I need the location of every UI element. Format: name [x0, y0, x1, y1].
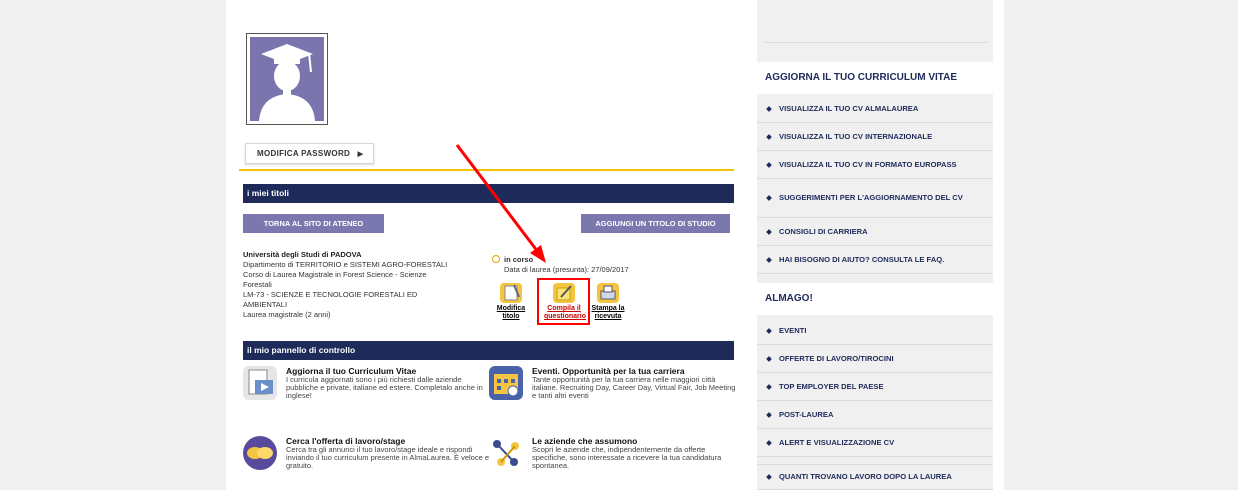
handshake-icon: [243, 436, 277, 470]
sidebar-item-label: POST-LAUREA: [779, 409, 834, 419]
sidebar-item-alert-cv[interactable]: ALERT E VISUALIZZAZIONE CV: [757, 429, 993, 457]
diamond-bullet-icon: [766, 383, 772, 390]
sidebar-item-label: SUGGERIMENTI PER L'AGGIORNAMENTO DEL CV: [779, 193, 963, 202]
sidebar-item-label: VISUALIZZA IL TUO CV INTERNAZIONALE: [779, 131, 933, 141]
sidebar-section-cv: AGGIORNA IL TUO CURRICULUM VITAE: [757, 62, 993, 94]
diamond-bullet-icon: [766, 195, 772, 201]
diamond-bullet-icon: [766, 327, 772, 334]
panel-description: Tante opportunità per la tua carriera ne…: [532, 375, 736, 401]
edit-degree-label-2: titolo: [502, 313, 520, 320]
panel-hiring-companies[interactable]: Le aziende che assumono Scopri le aziend…: [489, 436, 729, 480]
sidebar-item-cv-international[interactable]: VISUALIZZA IL TUO CV INTERNAZIONALE: [757, 123, 993, 151]
sidebar-item-top-employer[interactable]: TOP EMPLOYER DEL PAESE: [757, 373, 993, 401]
avatar: [246, 33, 328, 125]
edit-document-icon: [500, 283, 522, 303]
graduation-date: Data di laurea (presunta): 27/09/2017: [504, 265, 629, 274]
diamond-bullet-icon: [766, 411, 772, 418]
panel-description: Scopri le aziende che, indipendentemente…: [532, 445, 722, 471]
sidebar-item-label: CONSIGLI DI CARRIERA: [779, 226, 868, 236]
change-password-button[interactable]: MODIFICA PASSWORD ▶: [245, 143, 375, 164]
edit-degree-label-1: Modifica: [496, 305, 526, 312]
page-container: MODIFICA PASSWORD ▶ i miei titoli TORNA …: [226, 0, 1004, 490]
sidebar-item-post-degree[interactable]: POST-LAUREA: [757, 401, 993, 429]
degree-status: in corso Data di laurea (presunta): 27/0…: [492, 254, 629, 275]
diamond-bullet-icon: [766, 228, 772, 235]
department: Dipartimento di TERRITORIO e SISTEMI AGR…: [243, 260, 448, 269]
diamond-bullet-icon: [766, 439, 772, 446]
sidebar-item-cv-almalaurea[interactable]: VISUALIZZA IL TUO CV ALMALAUREA: [757, 95, 993, 123]
sidebar-divider: [763, 42, 989, 43]
clock-icon: [492, 255, 500, 263]
diamond-bullet-icon: [766, 133, 772, 140]
panel-description: I curricula aggiornati sono i più richie…: [286, 375, 483, 401]
sidebar-item-job-offers[interactable]: OFFERTE DI LAVORO/TIROCINI: [757, 345, 993, 373]
graduate-avatar-icon: [250, 37, 324, 121]
degree-class-cont: AMBIENTALI: [243, 300, 288, 309]
panel-description: Cerca tra gli annunci il tuo lavoro/stag…: [286, 445, 490, 471]
sidebar-item-cv-tips[interactable]: SUGGERIMENTI PER L'AGGIORNAMENTO DEL CV: [757, 179, 993, 218]
sidebar-item-label: OFFERTE DI LAVORO/TIROCINI: [779, 353, 894, 363]
print-receipt-label-1: Stampa la: [591, 305, 625, 312]
panel-update-cv[interactable]: Aggiorna il tuo Curriculum Vitae I curri…: [243, 366, 483, 410]
degree-details: Università degli Studi di PADOVA Diparti…: [243, 250, 493, 320]
sidebar-item-label: HAI BISOGNO DI AIUTO? CONSULTA LE FAQ.: [779, 254, 945, 264]
university-name: Università degli Studi di PADOVA: [243, 250, 362, 259]
sidebar-item-label: ALERT E VISUALIZZAZIONE CV: [779, 437, 895, 447]
sidebar-item-label: QUANTI TROVANO LAVORO DOPO LA LAUREA: [779, 472, 952, 481]
printer-icon: [597, 283, 619, 303]
divider: [239, 169, 734, 171]
sidebar-section-almago: ALMAGO!: [757, 283, 993, 315]
sidebar-item-label: TOP EMPLOYER DEL PAESE: [779, 381, 884, 391]
main-column: MODIFICA PASSWORD ▶ i miei titoli TORNA …: [239, 0, 735, 490]
panel-events[interactable]: Eventi. Opportunità per la tua carriera …: [489, 366, 735, 410]
degree-type: Laurea magistrale (2 anni): [243, 310, 331, 319]
add-degree-button[interactable]: AGGIUNGI UN TITOLO DI STUDIO: [581, 214, 730, 233]
print-receipt-action[interactable]: Stampa la ricevuta: [590, 283, 626, 321]
sidebar-item-career-advice[interactable]: CONSIGLI DI CARRIERA: [757, 218, 993, 246]
diamond-bullet-icon: [766, 161, 772, 168]
diamond-bullet-icon: [766, 105, 772, 112]
degree-class: LM-73 - SCIENZE E TECNOLOGIE FORESTALI E…: [243, 290, 418, 299]
edit-degree-action[interactable]: Modifica titolo: [493, 283, 529, 321]
sidebar-item-faq[interactable]: HAI BISOGNO DI AIUTO? CONSULTA LE FAQ.: [757, 246, 993, 274]
change-password-label: MODIFICA PASSWORD: [257, 149, 351, 158]
course-name: Corso di Laurea Magistrale in Forest Sci…: [243, 270, 427, 279]
diamond-bullet-icon: [766, 474, 772, 480]
annotation-highlight-box: [537, 278, 590, 325]
panel-job-offers[interactable]: Cerca l'offerta di lavoro/stage Cerca tr…: [243, 436, 489, 480]
sidebar-item-label: VISUALIZZA IL TUO CV IN FORMATO EUROPASS: [779, 159, 957, 169]
sidebar-item-events[interactable]: EVENTI: [757, 317, 993, 345]
diamond-bullet-icon: [766, 355, 772, 362]
sidebar-item-cv-europass[interactable]: VISUALIZZA IL TUO CV IN FORMATO EUROPASS: [757, 151, 993, 179]
titles-header: i miei titoli: [243, 184, 734, 203]
print-receipt-label-2: ricevuta: [594, 313, 622, 320]
diamond-bullet-icon: [766, 256, 772, 263]
course-name-cont: Forestali: [243, 280, 272, 289]
sidebar-item-label: VISUALIZZA IL TUO CV ALMALAUREA: [779, 103, 919, 113]
sidebar-item-employment-stats[interactable]: QUANTI TROVANO LAVORO DOPO LA LAUREA: [757, 464, 993, 490]
people-network-icon: [489, 436, 523, 470]
sidebar-item-label: EVENTI: [779, 325, 807, 335]
back-to-university-button[interactable]: TORNA AL SITO DI ATENEO: [243, 214, 384, 233]
control-panel-header: il mio pannello di controllo: [243, 341, 734, 360]
caret-right-icon: ▶: [357, 151, 364, 158]
calendar-icon: [489, 366, 523, 400]
cv-document-icon: [243, 366, 277, 400]
sidebar: AGGIORNA IL TUO CURRICULUM VITAE VISUALI…: [757, 0, 993, 490]
status-label: in corso: [504, 255, 534, 264]
